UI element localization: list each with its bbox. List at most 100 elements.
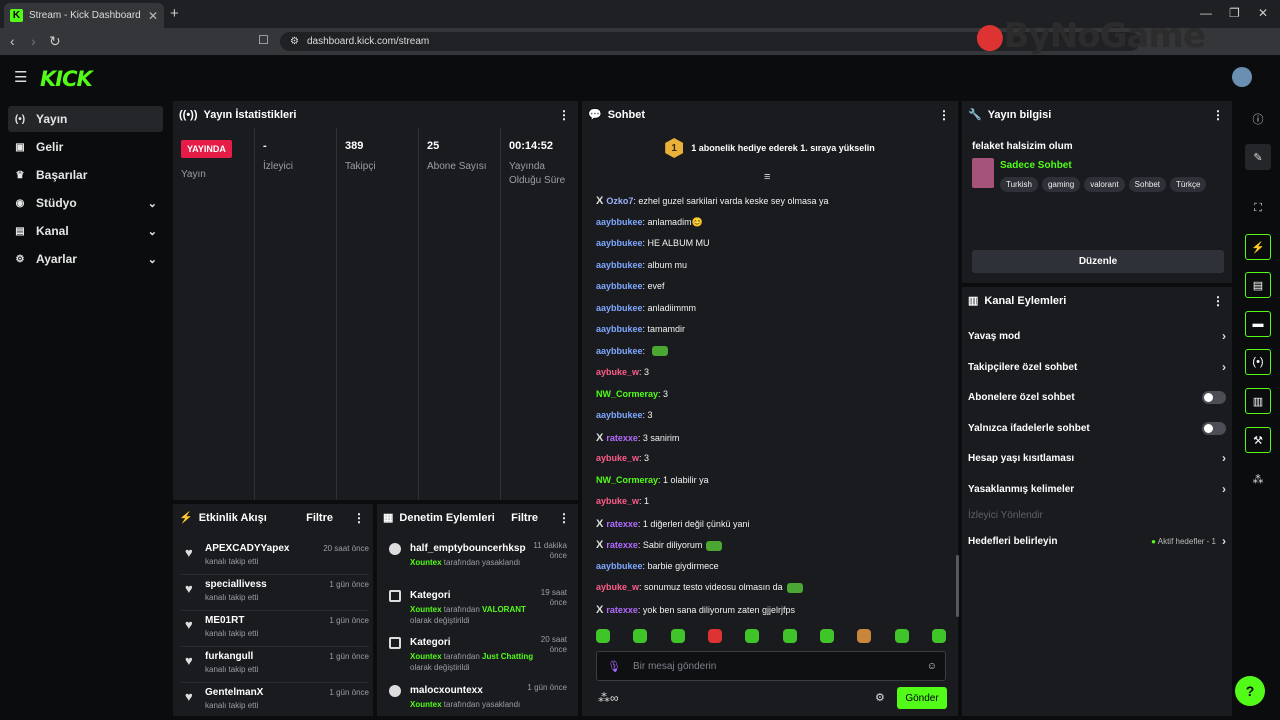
chat-message[interactable]: aaybbukee: tamamdir [596, 324, 685, 334]
chat-username[interactable]: Ozko7 [606, 196, 633, 206]
emote-icon[interactable] [670, 629, 685, 643]
chat-message[interactable]: Xratexxe: 3 sanirim [596, 432, 679, 444]
chat-username[interactable]: aaybbukee [596, 281, 643, 291]
forward-icon[interactable]: › [31, 33, 36, 49]
list-item[interactable]: ♥ GentelmanX kanalı takip etti 1 gün önce [181, 683, 369, 716]
chat-username[interactable]: aybuke_w [596, 367, 639, 377]
sidebar-item-ayarlar[interactable]: ⚙ Ayarlar ⌄ [8, 246, 163, 272]
info-icon[interactable]: ⓘ [1245, 106, 1271, 132]
chat-message[interactable]: aaybbukee: 3 [596, 410, 653, 420]
site-info-icon[interactable]: ⚙ [290, 36, 299, 47]
edit-button[interactable]: Düzenle [972, 250, 1224, 273]
moderation-filter-button[interactable]: Filtre [511, 512, 538, 524]
list-item[interactable]: ♥ speciallivess kanalı takip etti 1 gün önc… [181, 575, 369, 611]
document-icon[interactable]: ▤ [1245, 272, 1271, 298]
chat-username[interactable]: aaybbukee [596, 303, 643, 313]
list-item[interactable]: malocxountexx Xountex tarafından yasakla… [385, 683, 571, 716]
list-item[interactable]: Kategori Xountex tarafından VALORANT ola… [385, 588, 571, 632]
wrench-icon[interactable]: ⚒ [1245, 427, 1271, 453]
activity-filter-button[interactable]: Filtre [306, 512, 333, 524]
chat-settings-icon[interactable]: ⚙ [875, 691, 885, 704]
chat-icon[interactable]: ▬ [1245, 311, 1271, 337]
chat-message[interactable]: aaybbukee: evef [596, 281, 665, 291]
chat-filter-icon[interactable]: ≡ [764, 171, 770, 183]
lightning-icon[interactable]: ⚡ [1245, 234, 1271, 260]
chat-username[interactable]: aaybbukee [596, 561, 643, 571]
chat-message[interactable]: Xratexxe: Sabir diliyorum [596, 539, 723, 551]
list-item[interactable]: half_emptybouncerhksp Xountex tarafından… [385, 541, 571, 581]
chat-username[interactable]: aaybbukee [596, 260, 643, 270]
pencil-icon[interactable]: ✎ [1245, 144, 1271, 170]
chat-username[interactable]: aaybbukee [596, 410, 643, 420]
emote-icon[interactable] [894, 629, 909, 643]
avatar[interactable] [1232, 67, 1252, 87]
chat-scrollbar[interactable] [956, 555, 959, 617]
chat-username[interactable]: ratexxe [606, 540, 638, 550]
pinned-gift-banner[interactable]: 1 1 abonelik hediye ederek 1. sıraya yük… [582, 128, 958, 168]
emote-icon[interactable] [707, 629, 722, 643]
emote-icon[interactable] [819, 629, 834, 643]
banned-words-row[interactable]: Yasaklanmış kelimeler › [968, 478, 1226, 500]
chat-message[interactable]: Xratexxe: 1 diğerleri değil çünkü yani [596, 518, 749, 530]
chat-message[interactable]: aybuke_w: 1 [596, 496, 649, 506]
kick-logo[interactable]: KICK [40, 67, 93, 91]
sidebar-item-basarilar[interactable]: ♛ Başarılar [8, 162, 163, 188]
chat-message[interactable]: aaybbukee: HE ALBUM MU [596, 238, 710, 248]
emote-icon[interactable] [931, 629, 946, 643]
chat-message[interactable]: aaybbukee: album mu [596, 260, 687, 270]
restore-icon[interactable]: ❐ [1229, 6, 1240, 20]
more-options-icon[interactable]: ⋮ [558, 108, 570, 122]
new-tab-icon[interactable]: + [170, 5, 179, 22]
chat-username[interactable]: ratexxe [606, 605, 638, 615]
bookmark-icon[interactable]: ☐ [258, 33, 269, 47]
subscribers-only-toggle[interactable] [1202, 390, 1226, 404]
microphone-icon[interactable]: 🎙 [607, 660, 621, 673]
list-item[interactable]: ♥ APEXCADYYapex kanalı takip etti 20 saat ö… [181, 539, 369, 575]
more-options-icon[interactable]: ⋮ [1212, 294, 1224, 308]
more-options-icon[interactable]: ⋮ [353, 511, 365, 525]
chat-input[interactable]: 🎙 Bir mesaj gönderin ☺ [596, 651, 946, 681]
category-name[interactable]: Sadece Sohbet [1000, 160, 1072, 171]
chat-message[interactable]: NW_Cormeray: 1 olabilir ya [596, 475, 709, 485]
help-icon[interactable]: ? [1235, 676, 1265, 706]
chat-username[interactable]: aybuke_w [596, 453, 639, 463]
goals-row[interactable]: Hedefleri belirleyin ● Aktif hedefler - … [968, 530, 1226, 552]
chat-message[interactable]: aybuke_w: 3 [596, 453, 649, 463]
chat-message[interactable]: NW_Cormeray: 3 [596, 389, 668, 399]
list-item[interactable]: Kategori Xountex tarafından Just Chattin… [385, 635, 571, 679]
chat-username[interactable]: ratexxe [606, 519, 638, 529]
chat-username[interactable]: aaybbukee [596, 238, 643, 248]
chat-username[interactable]: NW_Cormeray [596, 475, 658, 485]
chat-username[interactable]: aaybbukee [596, 324, 643, 334]
chat-message[interactable]: Xratexxe: yok ben sana diliyorum zaten g… [596, 604, 795, 616]
browser-tab[interactable]: K Stream - Kick Dashboard ✕ [4, 3, 164, 28]
emote-icon[interactable] [745, 629, 760, 643]
chat-message[interactable]: aaybbukee: anlamadim😊 [596, 217, 703, 228]
chat-username[interactable]: aybuke_w [596, 496, 639, 506]
emote-icon[interactable] [782, 629, 797, 643]
chat-message[interactable]: aybuke_w: sonumuz testo videosu olmasın … [596, 582, 803, 593]
chat-username[interactable]: aaybbukee [596, 217, 643, 227]
menu-icon[interactable]: ☰ [14, 68, 27, 86]
chat-message[interactable]: aybuke_w: 3 [596, 367, 649, 377]
chat-username[interactable]: NW_Cormeray [596, 389, 658, 399]
sidebar-item-kanal[interactable]: ▤ Kanal ⌄ [8, 218, 163, 244]
close-tab-icon[interactable]: ✕ [148, 9, 158, 23]
emotes-only-toggle[interactable] [1202, 421, 1226, 435]
followers-only-row[interactable]: Takipçilere özel sohbet › [968, 356, 1226, 378]
emoji-icon[interactable]: ☺ [927, 661, 937, 672]
expand-icon[interactable]: ⛶ [1245, 195, 1271, 221]
sidebar-item-yayin[interactable]: (•) Yayın [8, 106, 163, 132]
send-button[interactable]: Gönder [897, 687, 947, 709]
close-window-icon[interactable]: ✕ [1258, 6, 1268, 20]
chat-message[interactable]: aaybbukee: anladiimmm [596, 303, 696, 313]
channel-actions-icon[interactable]: ▥ [1245, 388, 1271, 414]
chat-message[interactable]: aaybbukee: barbie giydirmece [596, 561, 719, 571]
list-item[interactable]: ♥ ME01RT kanalı takip etti 1 gün önce [181, 611, 369, 647]
sidebar-item-gelir[interactable]: ▣ Gelir [8, 134, 163, 160]
back-icon[interactable]: ‹ [10, 33, 15, 49]
list-item[interactable]: ♥ furkangull kanalı takip etti 1 gün önce [181, 647, 369, 683]
reload-icon[interactable]: ↻ [49, 33, 61, 50]
points-icon[interactable]: ⁂ [1245, 466, 1271, 492]
account-age-row[interactable]: Hesap yaşı kısıtlaması › [968, 447, 1226, 469]
